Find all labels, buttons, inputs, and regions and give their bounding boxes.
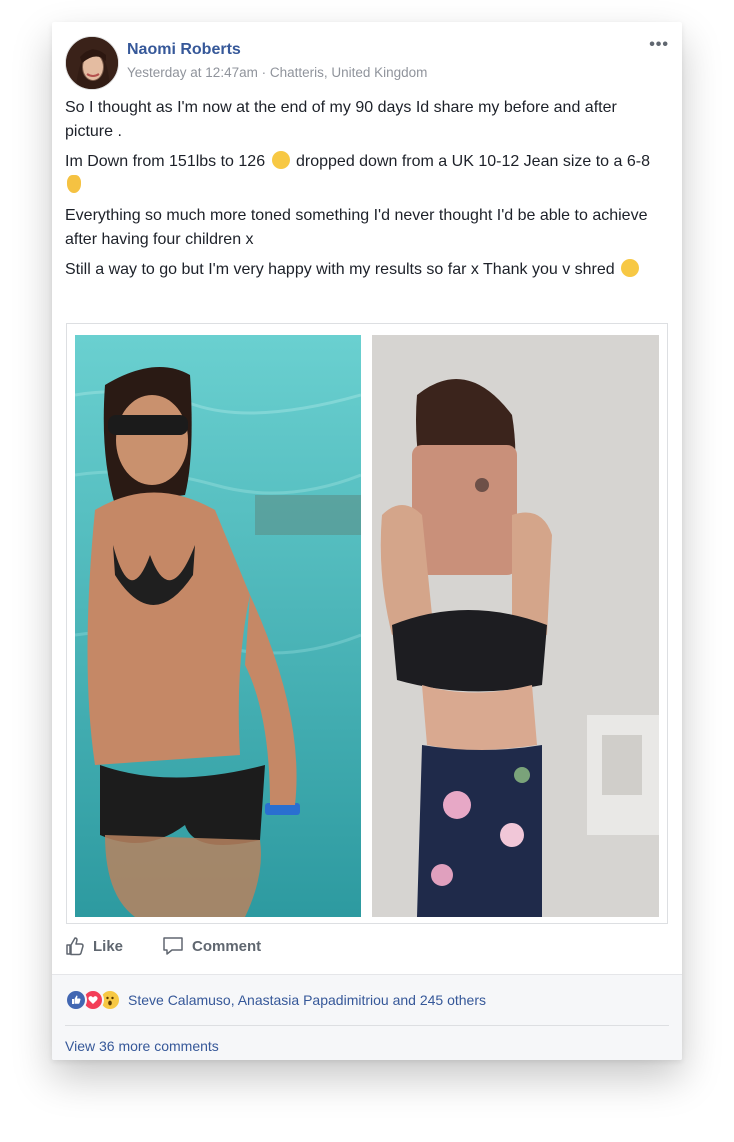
- location[interactable]: Chatteris, United Kingdom: [270, 65, 428, 80]
- comment-icon: [163, 937, 183, 955]
- before-photo[interactable]: [75, 335, 361, 917]
- post-paragraph: Still a way to go but I'm very happy wit…: [65, 258, 669, 282]
- comment-button[interactable]: Comment: [162, 936, 261, 956]
- reactions-section: Steve Calamuso, Anastasia Papadimitriou …: [52, 974, 682, 1060]
- post-header: Naomi Roberts Yesterday at 12:47am · Cha…: [65, 36, 669, 92]
- smiling-face-with-open-hands-icon: [621, 259, 640, 277]
- divider: [65, 1025, 669, 1026]
- post-paragraph: Im Down from 151lbs to 126 dropped down …: [65, 150, 669, 198]
- like-reaction-icon: [65, 989, 87, 1011]
- after-photo[interactable]: [372, 335, 659, 917]
- post-actions: Like Comment: [65, 936, 669, 964]
- smiling-face-with-open-hands-icon: [271, 151, 290, 169]
- author-name[interactable]: Naomi Roberts: [127, 41, 241, 59]
- post-paragraph: So I thought as I'm now at the end of my…: [65, 99, 617, 140]
- post-card: Naomi Roberts Yesterday at 12:47am · Cha…: [52, 22, 682, 1060]
- like-label: Like: [93, 937, 124, 955]
- comment-label: Comment: [192, 937, 262, 955]
- paragraph-text: dropped down from a UK 10-12 Jean size t…: [291, 153, 650, 170]
- ok-hand-icon: [67, 175, 81, 193]
- reaction-names[interactable]: Steve Calamuso, Anastasia Papadimitriou …: [128, 992, 486, 1008]
- avatar[interactable]: [65, 36, 119, 90]
- timestamp[interactable]: Yesterday at 12:47am: [127, 65, 258, 80]
- post-photo[interactable]: [66, 323, 668, 924]
- like-button[interactable]: Like: [65, 936, 123, 956]
- reaction-summary[interactable]: Steve Calamuso, Anastasia Papadimitriou …: [65, 989, 486, 1011]
- more-options-icon[interactable]: •••: [649, 36, 669, 54]
- post-text: So I thought as I'm now at the end of my…: [65, 96, 669, 288]
- view-more-comments-link[interactable]: View 36 more comments: [65, 1038, 219, 1054]
- post-paragraph: Everything so much more toned something …: [65, 207, 648, 248]
- meta-separator: ·: [257, 65, 270, 80]
- thumbs-up-icon: [66, 937, 84, 956]
- paragraph-text: Still a way to go but I'm very happy wit…: [65, 261, 620, 278]
- post-meta: Yesterday at 12:47am · Chatteris, United…: [127, 65, 427, 80]
- paragraph-text: Im Down from 151lbs to 126: [65, 153, 270, 170]
